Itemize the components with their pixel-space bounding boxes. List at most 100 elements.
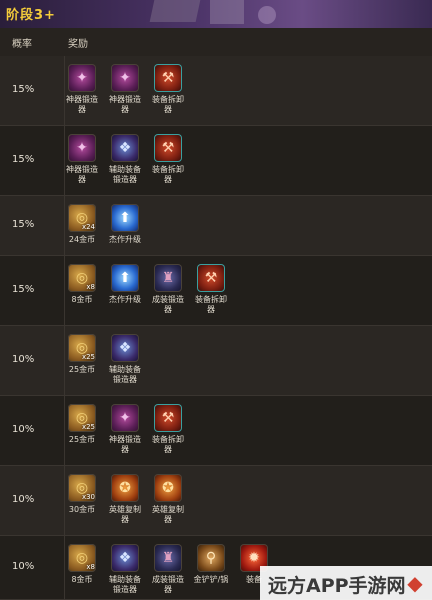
item-label: 神器锻造器 [109,95,141,114]
icon-glyph: ♜ [161,270,175,286]
item-dismantler-icon: ⚒ [154,64,182,92]
reward-item[interactable]: ✦ 神器锻造器 [107,64,143,115]
reward-item[interactable]: ⚒ 装备拆卸器 [150,134,186,185]
item-label: 8金币 [71,575,93,584]
item-label: 辅助装备锻造器 [109,365,141,384]
reward-item[interactable]: ⬆ 杰作升级 [107,204,143,245]
icon-glyph: ❖ [118,550,132,566]
item-label: 英雄复制器 [152,505,184,524]
item-label: 神器锻造器 [66,95,98,114]
reward-item[interactable]: ⚲ 金铲铲/锅 [193,544,229,585]
reward-item[interactable]: ♜ 成装锻造器 [150,264,186,315]
finished-item-forge-icon: ♜ [154,544,182,572]
hero-duplicator-icon: ✪ [154,474,182,502]
item-label: 25金币 [68,365,96,374]
row-probability: 10% [12,494,35,505]
item-label: 成装锻造器 [152,575,184,594]
reward-item[interactable]: ⚒ 装备拆卸器 [193,264,229,315]
gold-coin-icon: ◎ x8 [68,544,96,572]
icon-glyph: ⬆ [119,210,131,226]
item-quantity: x24 [81,223,95,231]
item-label: 30金币 [68,505,96,514]
reward-item[interactable]: ◎ x8 8金币 [64,264,100,305]
support-item-forge-icon: ❖ [111,134,139,162]
reward-item[interactable]: ◎ x25 25金币 [64,334,100,375]
item-dismantler-icon: ⚒ [154,404,182,432]
reward-item[interactable]: ✪ 英雄复制器 [150,474,186,525]
icon-glyph: ✪ [119,480,131,496]
artifact-forge-icon: ✦ [68,64,96,92]
item-dismantler-icon: ⚒ [197,264,225,292]
row-probability: 10% [12,424,35,435]
icon-glyph: ⚲ [205,550,217,566]
watermark: 远方APP手游网 ◆ [260,566,432,600]
item-label: 装备拆卸器 [152,435,184,454]
reward-item[interactable]: ❖ 辅助装备锻造器 [107,334,143,385]
item-label: 辅助装备锻造器 [109,165,141,184]
item-label: 杰作升级 [109,235,141,244]
reward-item[interactable]: ✦ 神器锻造器 [107,404,143,455]
gold-coin-icon: ◎ x30 [68,474,96,502]
item-label: 神器锻造器 [66,165,98,184]
item-label: 杰作升级 [109,295,141,304]
row-probability: 15% [12,84,35,95]
icon-glyph: ⚒ [161,410,175,426]
artifact-forge-icon: ✦ [111,404,139,432]
icon-glyph: ⬆ [119,270,131,286]
artifact-forge-icon: ✦ [68,134,96,162]
finished-item-forge-icon: ♜ [154,264,182,292]
item-label: 金铲铲/锅 [193,575,229,584]
item-label: 装备拆卸器 [152,165,184,184]
reward-item[interactable]: ⚒ 装备拆卸器 [150,404,186,455]
reward-item[interactable]: ✦ 神器锻造器 [64,134,100,185]
artifact-forge-icon: ✦ [111,64,139,92]
icon-glyph: ⚒ [204,270,218,286]
item-label: 成装锻造器 [152,295,184,314]
row-probability: 15% [12,154,35,165]
reward-item[interactable]: ◎ x25 25金币 [64,404,100,445]
item-quantity: x25 [81,423,95,431]
reward-item[interactable]: ✪ 英雄复制器 [107,474,143,525]
gold-coin-icon: ◎ x24 [68,204,96,232]
item-quantity: x30 [81,493,95,501]
column-header-probability: 概率 [12,39,32,50]
icon-glyph: ❖ [118,140,132,156]
gold-coin-icon: ◎ x8 [68,264,96,292]
item-quantity: x8 [86,283,95,291]
reward-item[interactable]: ❖ 辅助装备锻造器 [107,544,143,595]
row-probability: 10% [12,354,35,365]
item-dismantler-icon: ⚒ [154,134,182,162]
icon-glyph: ✦ [119,410,131,426]
gold-coin-icon: ◎ x25 [68,334,96,362]
reward-item[interactable]: ⬆ 杰作升级 [107,264,143,305]
golden-spatula-icon: ⚲ [197,544,225,572]
icon-glyph: ✦ [119,70,131,86]
reward-item[interactable]: ✦ 神器锻造器 [64,64,100,115]
icon-glyph: ✦ [76,140,88,156]
table-header: 概率 奖励 [0,28,432,57]
icon-glyph: ♜ [161,550,175,566]
gold-coin-icon: ◎ x25 [68,404,96,432]
item-label: 装备拆卸器 [152,95,184,114]
reward-item[interactable]: ⚒ 装备拆卸器 [150,64,186,115]
item-quantity: x8 [86,563,95,571]
banner-decoration [258,6,276,24]
hero-duplicator-icon: ✪ [111,474,139,502]
item-label: 8金币 [71,295,93,304]
item-label: 24金币 [68,235,96,244]
item-quantity: x25 [81,353,95,361]
masterwork-upgrade-icon: ⬆ [111,204,139,232]
icon-glyph: ⚒ [161,140,175,156]
item-label: 神器锻造器 [109,435,141,454]
row-probability: 15% [12,219,35,230]
reward-item[interactable]: ♜ 成装锻造器 [150,544,186,595]
reward-item[interactable]: ◎ x8 8金币 [64,544,100,585]
stage-title: 阶段3+ [6,8,56,23]
item-label: 英雄复制器 [109,505,141,524]
reward-item[interactable]: ◎ x24 24金币 [64,204,100,245]
icon-glyph: ❖ [118,340,132,356]
reward-item[interactable]: ❖ 辅助装备锻造器 [107,134,143,185]
item-label: 装备拆卸器 [195,295,227,314]
masterwork-upgrade-icon: ⬆ [111,264,139,292]
reward-item[interactable]: ◎ x30 30金币 [64,474,100,515]
